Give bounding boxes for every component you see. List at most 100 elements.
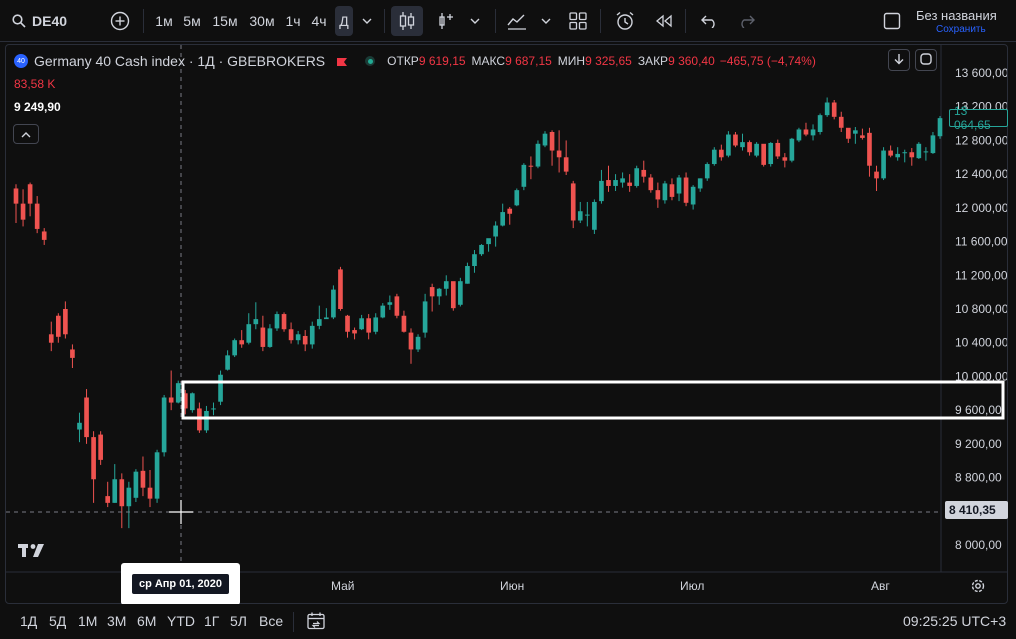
candle-body[interactable] — [472, 254, 477, 267]
candle-body[interactable] — [133, 471, 139, 498]
candle-body[interactable] — [704, 164, 710, 179]
range-1m[interactable]: 1М — [78, 613, 97, 629]
candle-body[interactable] — [20, 203, 26, 220]
candle-body[interactable] — [408, 332, 414, 350]
candle-body[interactable] — [373, 317, 379, 332]
candle-body[interactable] — [726, 134, 731, 156]
candle-body[interactable] — [232, 340, 237, 356]
candle-body[interactable] — [761, 143, 766, 165]
redo-button[interactable] — [733, 6, 759, 36]
candle-body[interactable] — [458, 281, 463, 305]
highlight-rectangle-drawing[interactable] — [181, 380, 1005, 420]
candle-body[interactable] — [803, 129, 809, 135]
candle-body[interactable] — [817, 115, 823, 132]
candle-body[interactable] — [860, 135, 865, 138]
candle-body[interactable] — [175, 383, 181, 403]
candle-body[interactable] — [789, 138, 795, 161]
candle-body[interactable] — [302, 335, 308, 345]
candle-body[interactable] — [606, 180, 611, 186]
candle-body[interactable] — [867, 132, 872, 166]
candle-body[interactable] — [853, 130, 858, 134]
candle-body[interactable] — [824, 102, 830, 116]
candle-body[interactable] — [338, 269, 343, 309]
candle-body[interactable] — [881, 150, 886, 179]
range-5d[interactable]: 5Д — [49, 613, 66, 629]
candle-body[interactable] — [119, 479, 125, 507]
candle-body[interactable] — [267, 328, 273, 347]
tradingview-logo[interactable] — [18, 542, 48, 563]
candle-body[interactable] — [782, 157, 788, 161]
interval-1m[interactable]: 1м — [151, 6, 177, 36]
candle-body[interactable] — [754, 143, 759, 156]
candle-body[interactable] — [331, 289, 336, 318]
interval-30m[interactable]: 30м — [245, 6, 279, 36]
candle-body[interactable] — [542, 133, 548, 146]
interval-1h[interactable]: 1ч — [281, 6, 305, 36]
candle-body[interactable] — [288, 329, 294, 341]
candle-body[interactable] — [556, 150, 562, 158]
candle-body[interactable] — [154, 452, 160, 499]
candle-body[interactable] — [450, 281, 456, 309]
candle-body[interactable] — [253, 319, 259, 325]
candle-body[interactable] — [613, 180, 618, 186]
candle-body[interactable] — [387, 302, 393, 305]
candle-body[interactable] — [577, 211, 583, 221]
range-all[interactable]: Все — [259, 613, 283, 629]
candle-body[interactable] — [514, 190, 520, 206]
candle-body[interactable] — [295, 334, 301, 341]
candle-body[interactable] — [507, 208, 513, 214]
candle-body[interactable] — [669, 184, 675, 197]
candle-body[interactable] — [648, 177, 654, 191]
candle-body[interactable] — [260, 327, 266, 347]
candle-body[interactable] — [394, 296, 400, 316]
candle-body[interactable] — [190, 393, 195, 411]
candle-body[interactable] — [916, 143, 922, 159]
candle-body[interactable] — [105, 496, 111, 503]
candle-body[interactable] — [429, 287, 435, 297]
candle-body[interactable] — [733, 134, 738, 146]
candle-body[interactable] — [55, 315, 61, 337]
candle-body[interactable] — [711, 149, 717, 165]
candle-body[interactable] — [690, 186, 696, 205]
candle-body[interactable] — [909, 152, 915, 158]
chart-settings-button[interactable] — [970, 578, 986, 599]
candle-body[interactable] — [902, 152, 908, 154]
candle-body[interactable] — [380, 305, 386, 318]
interval-4h[interactable]: 4ч — [307, 6, 331, 36]
candle-body[interactable] — [585, 214, 590, 216]
interval-5m[interactable]: 5м — [179, 6, 205, 36]
candle-body[interactable] — [740, 142, 745, 148]
candle-body[interactable] — [923, 151, 929, 153]
candle-body[interactable] — [48, 334, 54, 343]
candle-body[interactable] — [874, 171, 879, 179]
candle-body[interactable] — [161, 397, 167, 453]
candle-body[interactable] — [98, 434, 103, 460]
candle-body[interactable] — [218, 374, 223, 402]
candle-body[interactable] — [845, 127, 851, 139]
candle-body[interactable] — [838, 116, 844, 128]
candle-body[interactable] — [211, 408, 216, 410]
layout-grid-button[interactable] — [565, 6, 591, 36]
fullscreen-button[interactable] — [915, 49, 937, 71]
interval-1d[interactable]: Д — [335, 6, 353, 36]
candle-body[interactable] — [225, 355, 230, 370]
flag-icon[interactable] — [337, 56, 348, 66]
candle-body[interactable] — [345, 315, 350, 332]
candle-body[interactable] — [747, 142, 752, 153]
candle-body[interactable] — [662, 183, 668, 201]
candle-body[interactable] — [422, 301, 428, 333]
candle-body[interactable] — [274, 314, 280, 329]
candle-body[interactable] — [443, 281, 449, 289]
range-1d[interactable]: 1Д — [20, 613, 37, 629]
candle-body[interactable] — [34, 203, 40, 229]
candle-body[interactable] — [535, 143, 541, 167]
compare-symbol-button[interactable] — [106, 6, 134, 36]
symbol-search-button[interactable]: DE40 — [8, 6, 78, 36]
alert-button[interactable] — [611, 6, 639, 36]
candle-body[interactable] — [563, 157, 569, 172]
candle-body[interactable] — [775, 142, 781, 157]
candle-body[interactable] — [570, 183, 576, 221]
legend-title[interactable]: Germany 40 Cash index · 1Д · GBEBROKERS — [34, 53, 325, 69]
candle-body[interactable] — [84, 397, 89, 438]
collapse-legend-button[interactable] — [13, 124, 39, 144]
